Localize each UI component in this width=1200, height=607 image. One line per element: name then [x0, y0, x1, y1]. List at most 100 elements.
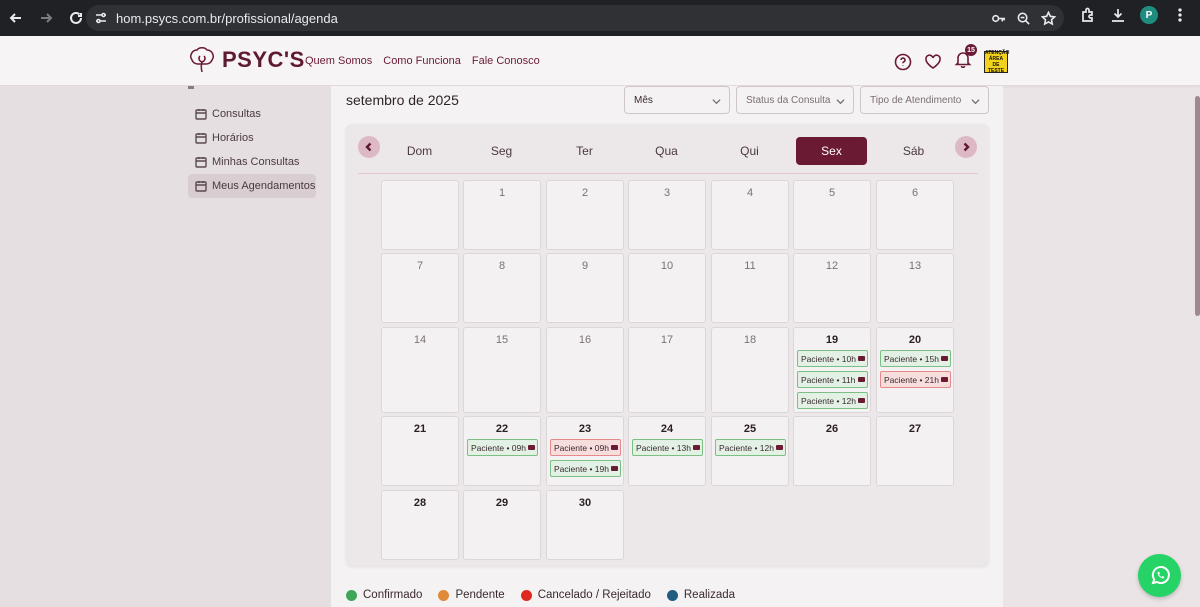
calendar-day-29[interactable]: 29	[463, 490, 541, 560]
nav-fale-conosco[interactable]: Fale Conosco	[472, 55, 540, 67]
video-camera-icon	[858, 356, 865, 361]
appointment-event[interactable]: Paciente • 09h	[467, 439, 538, 456]
forward-icon[interactable]	[32, 4, 60, 32]
chevron-down-icon	[712, 99, 721, 105]
day-number: 20	[908, 334, 922, 346]
test-area-warning: ATENÇÃO ÁREA DE TESTE	[984, 49, 1010, 74]
month-title: setembro de 2025	[346, 92, 459, 108]
calendar-day-15[interactable]: 15	[463, 327, 541, 413]
calendar-day-22[interactable]: 22 Paciente • 09h	[463, 416, 541, 486]
legend-realizada: Realizada	[666, 589, 735, 601]
page-scrollbar[interactable]	[1195, 96, 1200, 316]
calendar-day-26[interactable]: 26	[793, 416, 871, 486]
video-camera-icon	[776, 445, 783, 450]
calendar-day-17[interactable]: 17	[628, 327, 706, 413]
appointment-label: Paciente • 21h	[884, 374, 939, 385]
day-number: 12	[825, 260, 839, 272]
weekday-qua[interactable]: Qua	[631, 137, 702, 165]
view-select[interactable]: Mês	[624, 86, 730, 114]
sidebar-item-label: Minhas Consultas	[212, 156, 300, 168]
star-icon[interactable]	[1041, 10, 1056, 26]
calendar-day-30[interactable]: 30	[546, 490, 624, 560]
menu-icon[interactable]	[1172, 7, 1188, 23]
notification-badge: 15	[965, 44, 977, 56]
calendar-day-18[interactable]: 18	[711, 327, 789, 413]
weekday-dom[interactable]: Dom	[384, 137, 455, 165]
appointment-event[interactable]: Paciente • 19h	[550, 460, 621, 477]
appointment-event[interactable]: Paciente • 12h	[797, 392, 868, 409]
weekday-ter[interactable]: Ter	[549, 137, 620, 165]
appointment-label: Paciente • 09h	[471, 442, 526, 453]
profile-avatar[interactable]: P	[1140, 6, 1158, 24]
calendar-day-12[interactable]: 12	[793, 253, 871, 323]
calendar-day-8[interactable]: 8	[463, 253, 541, 323]
calendar-day-5[interactable]: 5	[793, 180, 871, 250]
calendar-day-4[interactable]: 4	[711, 180, 789, 250]
download-icon[interactable]	[1110, 7, 1126, 23]
appointment-event[interactable]: Paciente • 21h	[880, 371, 951, 388]
appointment-event[interactable]: Paciente • 10h	[797, 350, 868, 367]
sidebar-item-horarios[interactable]: Horários	[188, 126, 316, 150]
key-icon[interactable]	[991, 11, 1006, 26]
calendar-day-14[interactable]: 14	[381, 327, 459, 413]
appointment-event[interactable]: Paciente • 13h	[632, 439, 703, 456]
appointment-label: Paciente • 12h	[801, 395, 856, 406]
next-month-button[interactable]	[955, 136, 977, 158]
address-bar[interactable]: hom.psycs.com.br/profissional/agenda	[86, 5, 1064, 31]
logo[interactable]: PSYC'S	[186, 44, 305, 76]
legend-confirmado: Confirmado	[346, 589, 422, 601]
type-select[interactable]: Tipo de Atendimento	[860, 86, 989, 114]
nav-quem-somos[interactable]: Quem Somos	[305, 55, 372, 67]
calendar-day-25[interactable]: 25 Paciente • 12h	[711, 416, 789, 486]
notifications-button[interactable]: 15	[954, 44, 977, 73]
sidebar-item-minhas-consultas[interactable]: Minhas Consultas	[188, 150, 316, 174]
video-camera-icon	[611, 466, 618, 471]
sidebar-item-label: Consultas	[212, 108, 261, 120]
calendar-day-1[interactable]: 1	[463, 180, 541, 250]
status-select[interactable]: Status da Consulta	[736, 86, 854, 114]
day-number: 5	[828, 187, 836, 199]
site-settings-icon[interactable]	[86, 11, 116, 25]
calendar-day-2[interactable]: 2	[546, 180, 624, 250]
whatsapp-button[interactable]	[1138, 554, 1181, 597]
sidebar-item-consultas[interactable]: Consultas	[188, 102, 316, 126]
calendar-day-11[interactable]: 11	[711, 253, 789, 323]
calendar-day-6[interactable]: 6	[876, 180, 954, 250]
prev-month-button[interactable]	[358, 136, 380, 158]
calendar-day-9[interactable]: 9	[546, 253, 624, 323]
appointment-event[interactable]: Paciente • 09h	[550, 439, 621, 456]
calendar-day-13[interactable]: 13	[876, 253, 954, 323]
appointment-label: Paciente • 10h	[801, 353, 856, 364]
appointment-event[interactable]: Paciente • 12h	[715, 439, 786, 456]
calendar-day-7[interactable]: 7	[381, 253, 459, 323]
appointment-label: Paciente • 09h	[554, 442, 609, 453]
weekday-qui[interactable]: Qui	[714, 137, 785, 165]
nav-como-funciona[interactable]: Como Funciona	[383, 55, 461, 67]
weekday-sáb[interactable]: Sáb	[878, 137, 949, 165]
sidebar-item-label: Horários	[212, 132, 254, 144]
back-icon[interactable]	[2, 4, 30, 32]
heart-icon[interactable]	[924, 53, 942, 71]
appointment-event[interactable]: Paciente • 11h	[797, 371, 868, 388]
calendar-day-23[interactable]: 23 Paciente • 09h Paciente • 19h	[546, 416, 624, 486]
calendar-icon	[195, 133, 207, 144]
calendar-day-16[interactable]: 16	[546, 327, 624, 413]
day-number: 24	[660, 423, 674, 435]
calendar-day-24[interactable]: 24 Paciente • 13h	[628, 416, 706, 486]
zoom-icon[interactable]	[1016, 11, 1031, 26]
calendar-day-20[interactable]: 20 Paciente • 15h Paciente • 21h	[876, 327, 954, 413]
appointment-event[interactable]: Paciente • 15h	[880, 350, 951, 367]
weekday-sex[interactable]: Sex	[796, 137, 867, 165]
sidebar-item-meus-agendamentos[interactable]: Meus Agendamentos	[188, 174, 316, 198]
weekday-seg[interactable]: Seg	[466, 137, 537, 165]
calendar-day-3[interactable]: 3	[628, 180, 706, 250]
help-icon[interactable]	[894, 53, 912, 71]
day-number: 19	[825, 334, 839, 346]
calendar-day-27[interactable]: 27	[876, 416, 954, 486]
extensions-icon[interactable]	[1080, 7, 1096, 23]
calendar-day-19[interactable]: 19 Paciente • 10h Paciente • 11h Paciente •…	[793, 327, 871, 413]
calendar-day-21[interactable]: 21	[381, 416, 459, 486]
calendar-day-10[interactable]: 10	[628, 253, 706, 323]
calendar-day-28[interactable]: 28	[381, 490, 459, 560]
day-number: 27	[908, 423, 922, 435]
